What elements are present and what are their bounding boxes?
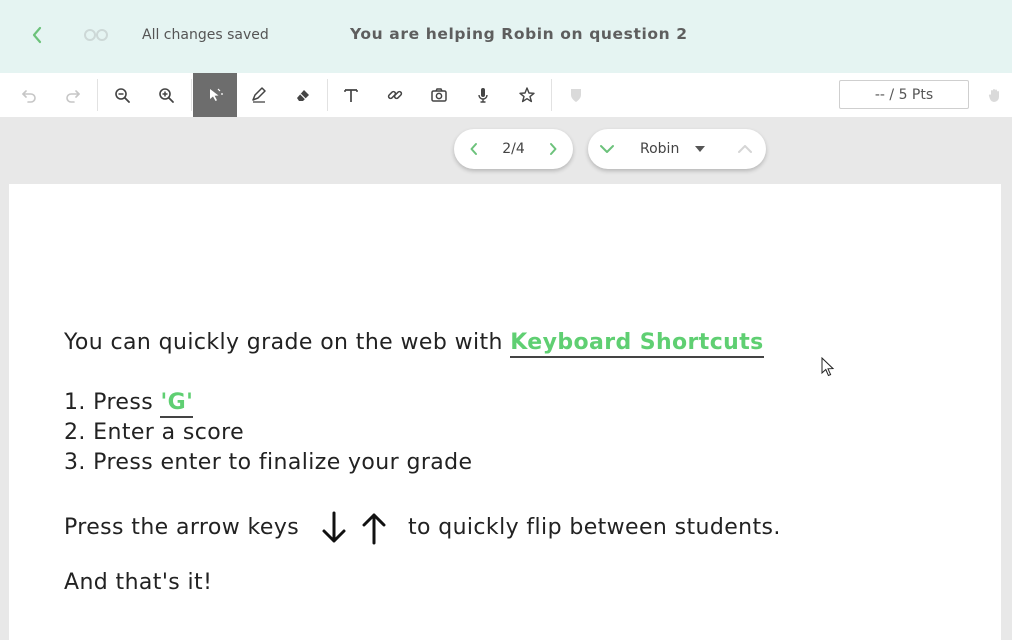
link-tool-button[interactable] — [373, 73, 417, 117]
chevron-left-icon — [32, 26, 42, 44]
arrow-keys-text-after: to quickly flip between students. — [407, 515, 781, 540]
points-input[interactable]: -- / 5 Pts — [839, 80, 969, 109]
annotation-toolbar: -- / 5 Pts — [0, 73, 1012, 117]
caret-down-icon — [695, 146, 706, 152]
toolbar-divider — [97, 79, 98, 111]
arrow-keys-text-before: Press the arrow keys — [64, 515, 300, 540]
student-navigator: Robin — [588, 129, 766, 169]
student-name: Robin — [640, 141, 680, 157]
step-one: 1. Press 'G' — [64, 390, 194, 418]
student-select[interactable]: Robin — [640, 129, 706, 169]
toolbar-divider — [327, 79, 328, 111]
star-tool-button[interactable] — [505, 73, 549, 117]
pen-tool-button[interactable] — [237, 73, 281, 117]
camera-tool-button[interactable] — [417, 73, 461, 117]
top-header: All changes saved You are helping Robin … — [0, 0, 1012, 73]
step-one-text: 1. Press — [64, 390, 161, 415]
star-icon — [519, 87, 535, 103]
page-navigator: 2/4 — [454, 129, 573, 169]
page-indicator: 2/4 — [502, 141, 525, 157]
eraser-tool-button[interactable] — [281, 73, 325, 117]
hand-icon — [988, 89, 999, 102]
toolbar-divider — [191, 79, 192, 111]
step-two: 2. Enter a score — [64, 420, 245, 445]
prev-page-button[interactable] — [465, 140, 483, 158]
chevron-up-icon — [738, 145, 752, 153]
arrow-down-icon — [322, 511, 346, 543]
redo-button[interactable] — [51, 73, 95, 117]
history-icon — [84, 29, 108, 41]
helping-banner: You are helping Robin on question 2 — [350, 25, 688, 43]
document-page: You can quickly grade on the web with Ke… — [9, 184, 1001, 640]
shield-icon — [571, 89, 581, 102]
zoom-out-icon — [115, 88, 130, 103]
select-tool-button[interactable] — [193, 73, 237, 117]
undo-icon — [22, 90, 36, 103]
closing-line: And that's it! — [64, 570, 213, 595]
zoom-in-icon — [159, 88, 174, 103]
keyboard-shortcuts-link[interactable]: Keyboard Shortcuts — [510, 330, 764, 358]
toolbar-divider — [551, 79, 552, 111]
back-button[interactable] — [26, 22, 48, 48]
arrow-up-icon — [362, 513, 386, 545]
pen-icon — [252, 87, 266, 103]
select-pointer-icon — [210, 88, 223, 101]
prev-student-button[interactable] — [598, 140, 616, 158]
link-icon — [387, 90, 403, 100]
mouse-cursor-icon — [821, 357, 835, 377]
next-student-button[interactable] — [736, 140, 754, 158]
undo-button[interactable] — [7, 73, 51, 117]
microphone-tool-button[interactable] — [461, 73, 505, 117]
redo-icon — [66, 90, 80, 103]
text-icon — [344, 89, 358, 102]
arrow-keys-graphic — [319, 510, 389, 546]
g-key-link[interactable]: 'G' — [160, 390, 194, 418]
chevron-down-icon — [600, 145, 614, 153]
arrow-keys-line: Press the arrow keys to quickly flip bet… — [64, 510, 781, 546]
chevron-right-icon — [550, 143, 557, 155]
intro-text: You can quickly grade on the web with — [64, 330, 511, 355]
microphone-icon — [478, 88, 488, 103]
next-page-button[interactable] — [544, 140, 562, 158]
text-tool-button[interactable] — [329, 73, 373, 117]
history-button[interactable] — [82, 26, 110, 44]
eraser-icon — [297, 90, 309, 101]
shield-tool-button[interactable] — [554, 73, 598, 117]
step-three: 3. Press enter to finalize your grade — [64, 450, 473, 475]
camera-icon — [431, 88, 447, 102]
intro-line: You can quickly grade on the web with Ke… — [64, 330, 764, 358]
save-status: All changes saved — [142, 27, 269, 43]
zoom-out-button[interactable] — [100, 73, 144, 117]
zoom-in-button[interactable] — [144, 73, 188, 117]
hand-tool-button[interactable] — [977, 73, 1012, 117]
chevron-left-icon — [470, 143, 477, 155]
